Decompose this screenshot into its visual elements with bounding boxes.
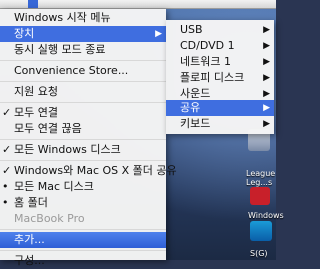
desktop-label-windows: Windows [248, 211, 284, 220]
bullet-icon: • [2, 196, 9, 209]
menu-item-configure[interactable]: 구성... [0, 253, 166, 269]
menu-item-share-folders[interactable]: ✓ Windows와 Mac OS X 폴더 공유 [0, 163, 177, 179]
menu-item-exit-coherence[interactable]: 동시 실행 모드 종료 [0, 42, 166, 58]
submenu-item-cd-dvd[interactable]: CD/DVD 1 ▶ [166, 38, 274, 54]
menu-item-devices[interactable]: 장치 ▶ [0, 26, 166, 42]
desktop-label-legs: Leg...s [246, 178, 273, 187]
menu-item-add[interactable]: 추가... [0, 232, 166, 248]
menu-separator [0, 250, 166, 251]
submenu-arrow-icon: ▶ [263, 25, 270, 35]
submenu-item-keyboard[interactable]: 키보드 ▶ [166, 116, 274, 132]
submenu-arrow-icon: ▶ [155, 29, 162, 39]
menu-item-connect-all[interactable]: ✓ 모두 연결 [0, 105, 166, 121]
menu-separator [0, 81, 166, 82]
checkmark-icon: ✓ [2, 143, 12, 156]
windows-app-icon[interactable] [250, 187, 270, 205]
submenu-item-sharing[interactable]: 공유 ▶ [166, 100, 274, 116]
windows-shortcut-icon[interactable] [250, 221, 272, 241]
menu-separator [0, 139, 166, 140]
menu-separator [0, 160, 166, 161]
menu-separator [0, 229, 166, 230]
checkmark-icon: ✓ [2, 106, 12, 119]
bullet-icon: • [2, 180, 9, 193]
menu-item-windows-start[interactable]: Windows 시작 메뉴 [0, 10, 166, 26]
devices-submenu: USB ▶ CD/DVD 1 ▶ 네트워크 1 ▶ 플로피 디스크 ▶ 사운드 … [166, 20, 274, 134]
desktop-label-league: League [246, 169, 276, 178]
menu-item-all-mac-disks[interactable]: • 모든 Mac 디스크 [0, 179, 166, 195]
menu-item-convenience-store[interactable]: Convenience Store... [0, 63, 166, 79]
submenu-arrow-icon: ▶ [263, 103, 270, 113]
menu-item-macbook-pro: MacBook Pro [14, 212, 85, 225]
parallels-menu-icon[interactable] [28, 0, 38, 8]
menu-item-support-request[interactable]: 지원 요청 [0, 84, 166, 100]
submenu-arrow-icon: ▶ [263, 41, 270, 51]
menu-item-disconnect-all[interactable]: 모두 연결 끊음 [0, 121, 166, 137]
submenu-arrow-icon: ▶ [263, 57, 270, 67]
menu-separator [0, 60, 166, 61]
menu-separator [0, 102, 166, 103]
submenu-arrow-icon: ▶ [263, 73, 270, 83]
submenu-item-network[interactable]: 네트워크 1 ▶ [166, 54, 274, 70]
menu-item-home-folder[interactable]: • 홈 폴더 [0, 195, 166, 211]
menu-item-all-windows-disks[interactable]: ✓ 모든 Windows 디스크 [0, 142, 166, 158]
desktop-label-sg: S(G) [250, 249, 268, 258]
menu-bar [0, 0, 276, 9]
checkmark-icon: ✓ [2, 164, 12, 177]
parallels-dropdown-menu: Windows 시작 메뉴 장치 ▶ 동시 실행 모드 종료 Convenien… [0, 9, 177, 267]
submenu-arrow-icon: ▶ [263, 119, 270, 129]
submenu-item-floppy[interactable]: 플로피 디스크 ▶ [166, 70, 274, 86]
submenu-item-usb[interactable]: USB ▶ [166, 22, 274, 38]
